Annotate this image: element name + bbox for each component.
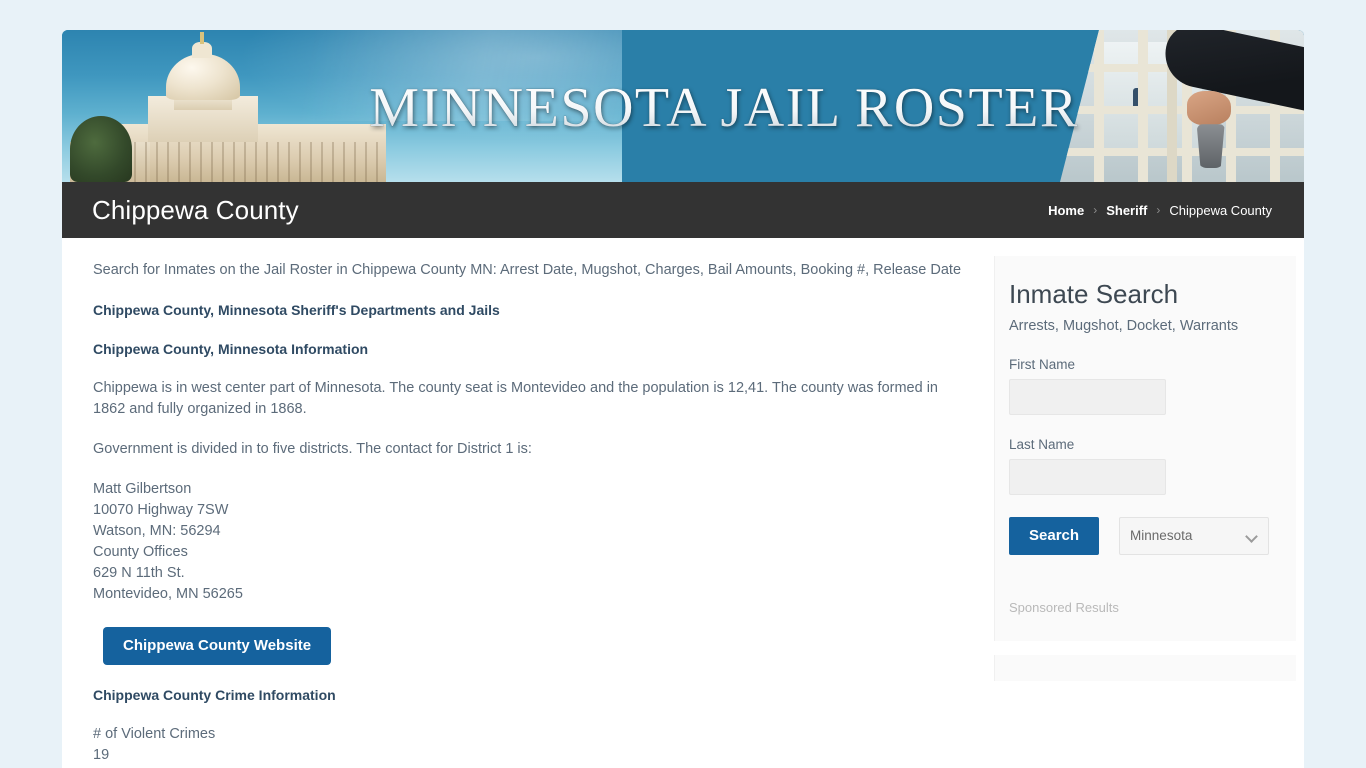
chevron-down-icon [1245,530,1258,543]
search-controls-row: Search Minnesota [1009,516,1274,555]
page-root: MINNESOTA JAIL ROSTER Chippewa County Ho… [0,0,1366,768]
county-website-button[interactable]: Chippewa County Website [103,627,332,665]
heading-departments-and-jails: Chippewa County, Minnesota Sheriff's Dep… [93,302,500,318]
banner-title-art: MINNESOTA JAIL ROSTER [369,77,1078,140]
chevron-right-icon: › [1156,203,1161,217]
contact-offices: County Offices [93,544,188,560]
contact-name: Matt Gilbertson [93,481,192,497]
sidebar-subtitle: Arrests, Mugshot, Docket, Warrants [1009,317,1239,334]
breadcrumb-item-current: Chippewa County [1169,202,1272,218]
contact-street: 10070 Highway 7SW [93,502,229,518]
sponsored-results-label: Sponsored Results [1009,599,1119,615]
banner-title: MINNESOTA JAIL ROSTER [369,77,1078,139]
last-name-input[interactable] [1009,458,1166,495]
inmate-search-widget: Inmate Search Arrests, Mugshot, Docket, … [994,256,1296,641]
crime-stat-row: # of Violent Crimes 19 [93,724,964,766]
main-content: Search for Inmates on the Jail Roster in… [62,238,994,768]
state-select-value: Minnesota [1130,528,1193,544]
page-body: Search for Inmates on the Jail Roster in… [62,238,1304,768]
page-header-bar: Chippewa County Home › Sheriff › Chippew… [62,182,1304,238]
page-title: Chippewa County [92,195,299,225]
crime-stat-value: 19 [93,747,110,763]
search-button[interactable]: Search [1009,516,1100,555]
breadcrumb-item-sheriff[interactable]: Sheriff [1106,203,1147,218]
breadcrumb: Home › Sheriff › Chippewa County [1048,203,1272,218]
first-name-input[interactable] [1009,378,1166,415]
contact-city: Watson, MN: 56294 [93,523,221,539]
crime-stat-label: # of Violent Crimes [93,726,216,742]
district-contact-address: Matt Gilbertson 10070 Highway 7SW Watson… [93,479,964,605]
contact-offices-city: Montevideo, MN 56265 [93,586,243,602]
sidebar: Inmate Search Arrests, Mugshot, Docket, … [994,238,1304,768]
first-name-label: First Name [1009,356,1076,372]
county-description: Chippewa is in west center part of Minne… [93,380,938,417]
chevron-right-icon: › [1093,203,1098,217]
contact-offices-street: 629 N 11th St. [93,565,185,581]
sidebar-title: Inmate Search [1009,279,1179,309]
districts-paragraph: Government is divided in to five distric… [93,441,532,457]
site-banner: MINNESOTA JAIL ROSTER [62,30,1304,182]
sidebar-secondary-widget [994,654,1296,681]
intro-paragraph: Search for Inmates on the Jail Roster in… [93,262,962,278]
last-name-label: Last Name [1009,436,1075,452]
site-container: MINNESOTA JAIL ROSTER Chippewa County Ho… [62,30,1304,768]
heading-crime-information: Chippewa County Crime Information [93,687,336,703]
heading-county-information: Chippewa County, Minnesota Information [93,341,369,357]
state-select[interactable]: Minnesota [1119,516,1270,555]
breadcrumb-item-home[interactable]: Home [1048,203,1084,218]
